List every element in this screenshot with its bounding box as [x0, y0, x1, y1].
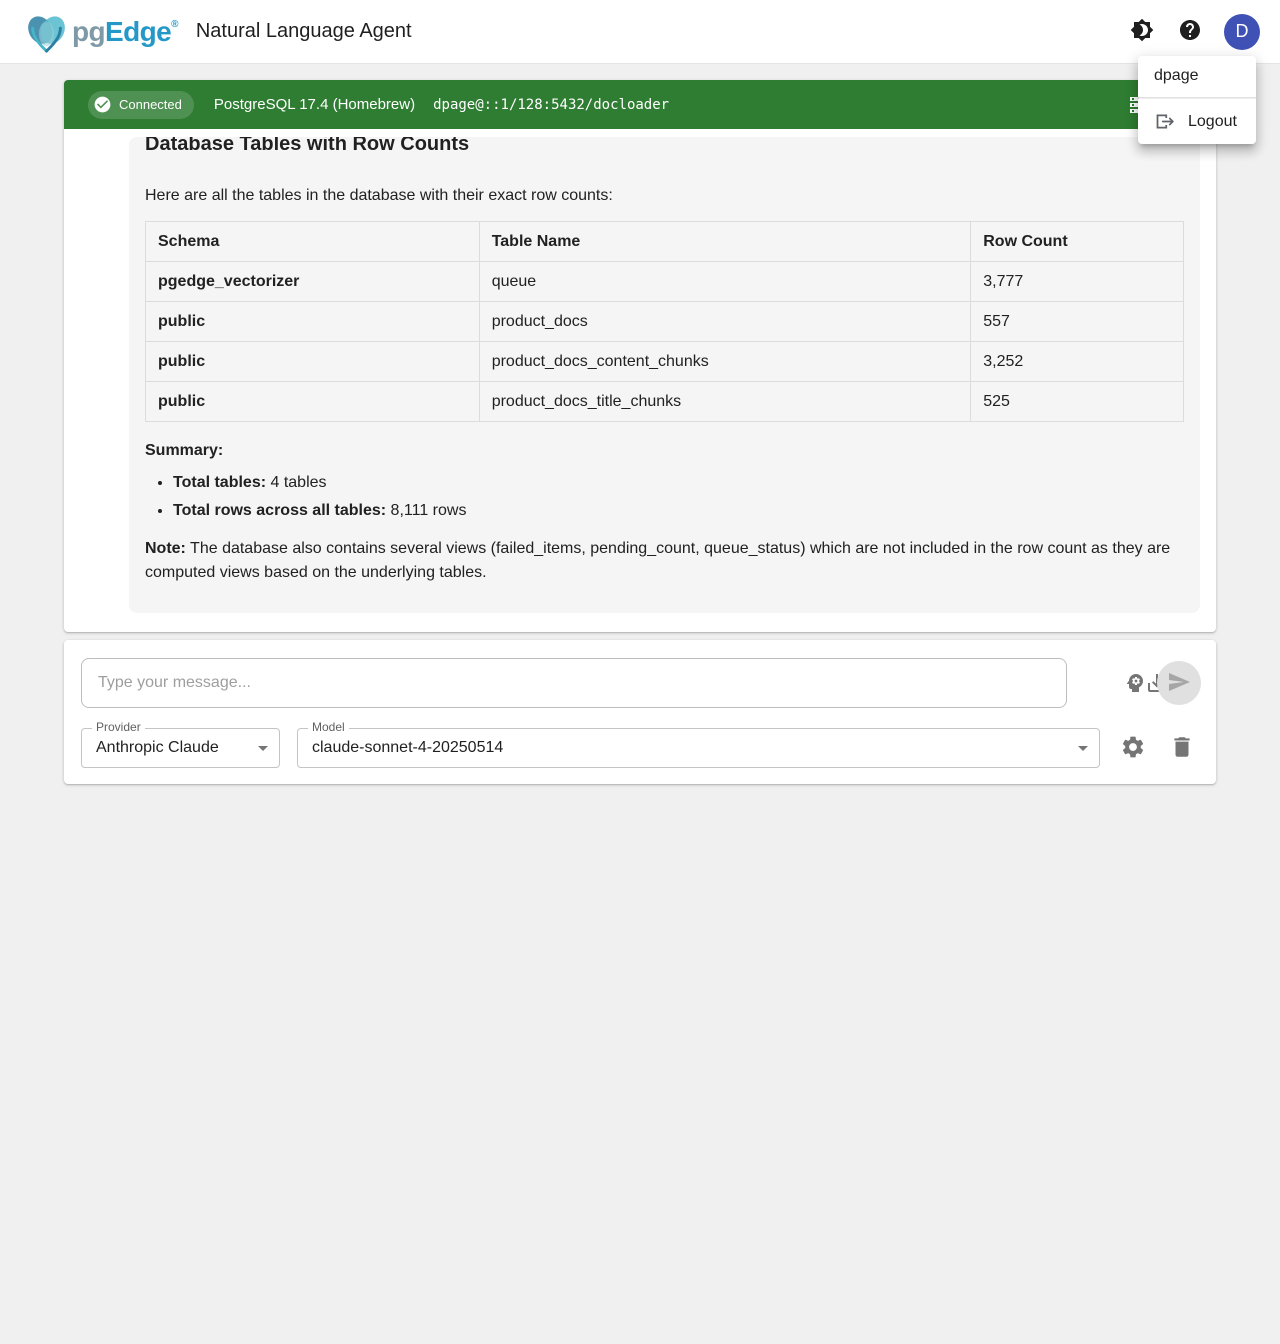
- cell-schema: public: [146, 382, 480, 422]
- help-button[interactable]: [1170, 12, 1210, 52]
- gear-icon: [1120, 734, 1146, 763]
- note-bold: Note:: [145, 540, 186, 557]
- menu-username: dpage: [1138, 56, 1256, 97]
- cell-schema: public: [146, 302, 480, 342]
- cell-row-count: 557: [971, 302, 1184, 342]
- message-intro: Here are all the tables in the database …: [145, 186, 1184, 205]
- table-row: public product_docs 557: [146, 302, 1184, 342]
- chevron-down-icon: [251, 736, 275, 765]
- send-icon: [1167, 670, 1191, 697]
- send-button[interactable]: [1157, 661, 1201, 705]
- message-heading: Database Tables with Row Counts: [145, 137, 1184, 156]
- chat-area: Database Tables with Row Counts Here are…: [64, 80, 1216, 632]
- psychology-icon: [1123, 671, 1147, 698]
- pgedge-wordmark: pgEdge®: [72, 16, 178, 48]
- cell-schema: pgedge_vectorizer: [146, 262, 480, 302]
- pgedge-logo-icon: [24, 11, 70, 53]
- message-note: Note: The database also contains several…: [145, 537, 1184, 585]
- bullet-text: 4 tables: [266, 474, 326, 491]
- model-select-value: claude-sonnet-4-20250514: [312, 729, 503, 767]
- avatar-letter: D: [1236, 21, 1249, 42]
- table-row: public product_docs_content_chunks 3,252: [146, 342, 1184, 382]
- table-row: public product_docs_title_chunks 525: [146, 382, 1184, 422]
- logout-label: Logout: [1188, 113, 1237, 131]
- assistant-message: Database Tables with Row Counts Here are…: [129, 137, 1200, 613]
- hidden: [1137, 1304, 1177, 1344]
- cell-table-name: queue: [479, 262, 971, 302]
- check-circle-icon: [93, 95, 112, 114]
- model-select[interactable]: Model claude-sonnet-4-20250514: [297, 728, 1100, 768]
- provider-select-value: Anthropic Claude: [96, 729, 219, 767]
- user-avatar[interactable]: D: [1224, 14, 1260, 50]
- cell-table-name: product_docs_content_chunks: [479, 342, 971, 382]
- connection-status-label: Connected: [119, 97, 182, 112]
- summary-list: Total tables: 4 tables Total rows across…: [145, 473, 1184, 520]
- connection-bar: Connected PostgreSQL 17.4 (Homebrew) dpa…: [64, 80, 1216, 129]
- cell-row-count: 525: [971, 382, 1184, 422]
- server-version: PostgreSQL 17.4 (Homebrew): [214, 96, 415, 113]
- column-header-schema: Schema: [146, 222, 480, 262]
- bullet-text: 8,111 rows: [386, 502, 466, 519]
- note-text: The database also contains several views…: [145, 540, 1170, 581]
- cell-row-count: 3,777: [971, 262, 1184, 302]
- row-counts-table: Schema Table Name Row Count pgedge_vecto…: [145, 221, 1184, 422]
- list-item: Total rows across all tables: 8,111 rows: [173, 501, 1184, 520]
- cell-table-name: product_docs_title_chunks: [479, 382, 971, 422]
- logout-icon: [1154, 111, 1175, 132]
- list-item: Total tables: 4 tables: [173, 473, 1184, 492]
- table-header-row: Schema Table Name Row Count: [146, 222, 1184, 262]
- pgedge-logo: pgEdge®: [24, 11, 178, 53]
- provider-select[interactable]: Provider Anthropic Claude: [81, 728, 280, 768]
- summary-heading: Summary:: [145, 442, 1184, 460]
- settings-button[interactable]: [1113, 728, 1153, 768]
- table-row: pgedge_vectorizer queue 3,777: [146, 262, 1184, 302]
- chevron-down-icon: [1071, 736, 1095, 765]
- help-icon: [1178, 18, 1202, 45]
- app-header: pgEdge® Natural Language Agent D: [0, 0, 1280, 64]
- composer: Provider Anthropic Claude Model claude-s…: [64, 640, 1216, 784]
- column-header-row-count: Row Count: [971, 222, 1184, 262]
- page-title: Natural Language Agent: [196, 20, 412, 43]
- cell-schema: public: [146, 342, 480, 382]
- connection-status-badge: Connected: [88, 91, 194, 119]
- message-input[interactable]: [81, 658, 1067, 708]
- trash-icon: [1169, 734, 1195, 763]
- header-actions: D: [1122, 12, 1260, 52]
- brightness-icon: [1130, 18, 1154, 45]
- bullet-bold: Total rows across all tables:: [173, 502, 386, 519]
- clear-chat-button[interactable]: [1162, 728, 1202, 768]
- logout-menu-item[interactable]: Logout: [1138, 99, 1256, 144]
- user-menu: dpage Logout: [1138, 56, 1256, 144]
- ai-thinking-button[interactable]: [1115, 664, 1155, 704]
- bullet-bold: Total tables:: [173, 474, 266, 491]
- connection-string: dpage@::1/128:5432/docloader: [433, 97, 669, 113]
- cell-row-count: 3,252: [971, 342, 1184, 382]
- column-header-table-name: Table Name: [479, 222, 971, 262]
- cell-table-name: product_docs: [479, 302, 971, 342]
- theme-toggle-button[interactable]: [1122, 12, 1162, 52]
